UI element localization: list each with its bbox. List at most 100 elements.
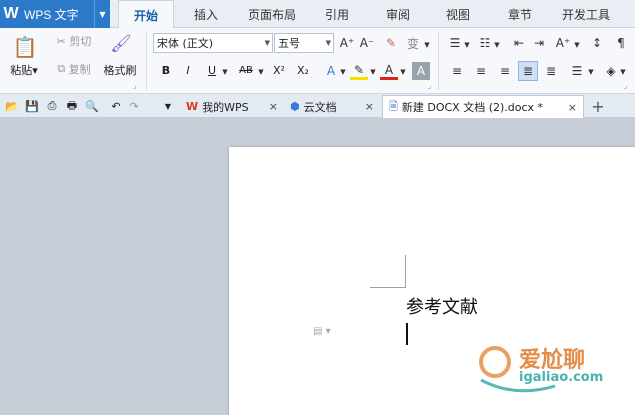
strikethrough-button[interactable]: AB [234,61,258,79]
watermark-url: igaliao.com [519,370,604,385]
dialog-launcher-icon[interactable]: ⌟ [133,82,136,90]
new-tab-plus-icon[interactable]: + [590,97,606,116]
tab-section[interactable]: 章节 [494,0,546,28]
dialog-launcher-icon[interactable]: ⌟ [624,82,627,90]
doc-tab-active[interactable]: 🗎 新建 DOCX 文档 (2).docx * × [382,95,584,118]
font-size-value: 五号 [278,37,300,50]
text-cursor [406,323,408,345]
highlight-icon[interactable]: ✎ [350,62,368,80]
document-icon: 🗎 [389,99,398,113]
print-preview-icon[interactable]: 🔍 [84,97,100,115]
tab-home[interactable]: 开始 [118,0,174,29]
paste-button[interactable]: 粘贴 ▾ [7,62,41,78]
open-folder-icon[interactable]: 📂 [4,97,20,115]
divider [146,32,147,90]
doc-tab-cloud-docs[interactable]: ⬢ 云文档 × [284,95,380,118]
char-shading-icon[interactable]: A [412,62,430,80]
align-left-icon[interactable]: ≡ [448,62,466,80]
phonetic-icon[interactable]: 变 [404,34,422,52]
chevron-down-icon[interactable]: ▼ [398,63,408,81]
subscript-button[interactable]: X₂ [292,61,314,79]
font-color-icon[interactable]: A [380,62,398,80]
paste-label: 粘贴 [10,64,33,77]
menu-bar: W WPS 文字 ▼ 开始 插入 页面布局 引用 审阅 视图 章节 开发工具 [0,0,635,29]
tab-insert[interactable]: 插入 [180,0,232,28]
chevron-down-icon[interactable]: ▼ [422,36,432,54]
align-center-icon[interactable]: ≡ [472,62,490,80]
format-painter-button[interactable]: 格式刷 [100,62,140,78]
divider [438,32,439,90]
chevron-down-icon[interactable]: ▼ [368,63,378,81]
font-name-value: 宋体 (正文) [157,37,214,50]
chevron-down-icon[interactable]: ▼ [618,63,628,81]
chevron-down-icon: ▼ [264,39,270,47]
chevron-down-icon[interactable]: ▼ [572,36,582,54]
chevron-down-icon[interactable]: ▼ [586,63,596,81]
tab-developer[interactable]: 开发工具 [554,0,618,28]
close-icon[interactable]: × [269,100,278,113]
justify-icon[interactable]: ≣ [518,61,538,81]
dialog-launcher-icon[interactable]: ⌟ [428,82,431,90]
grow-font-icon[interactable]: A⁺ [338,34,356,52]
paste-options-icon[interactable]: ▤ ▾ [313,326,331,337]
redo-icon[interactable]: ↷ [126,97,142,115]
paste-icon[interactable]: 📋 [12,34,38,60]
doc-tab-my-wps[interactable]: W 我的WPS × [180,95,284,118]
chevron-down-icon[interactable]: ▼ [220,63,230,81]
sort-icon[interactable]: ↕ [588,34,606,52]
increase-indent-icon[interactable]: ⇥ [530,34,548,52]
tab-page-layout[interactable]: 页面布局 [240,0,304,28]
chevron-down-icon[interactable]: ▼ [256,63,266,81]
close-icon[interactable]: × [568,101,577,114]
margin-marker [370,287,406,288]
cut-label: 剪切 [69,35,92,48]
wps-logo-icon: W [186,100,199,113]
copy-label: 复制 [68,63,91,76]
margin-marker [405,255,406,288]
quick-access-bar: 📂 💾 ⎙ 🖶 🔍 ↶ ↷ ▼ W 我的WPS × ⬢ 云文档 × 🗎 新建 D… [0,94,635,118]
line-spacing-icon[interactable]: ☰ [568,62,586,80]
chevron-down-icon[interactable]: ▼ [94,0,110,28]
copy-button[interactable]: ⧉ 复制 [50,60,98,78]
chevron-down-icon[interactable]: ▼ [338,63,348,81]
superscript-button[interactable]: X² [268,61,290,79]
bold-button[interactable]: B [158,61,174,79]
doc-tab-label: 我的WPS [202,100,249,114]
app-title: WPS 文字 [24,7,79,22]
undo-icon[interactable]: ↶ [108,97,124,115]
shrink-font-icon[interactable]: A⁻ [358,34,376,52]
document-heading[interactable]: 参考文献 [406,293,478,319]
watermark-sub: qk6uru.com [509,392,603,408]
decrease-indent-icon[interactable]: ⇤ [510,34,528,52]
doc-tab-label: 新建 DOCX 文档 (2).docx * [401,101,544,114]
font-name-combo[interactable]: 宋体 (正文) ▼ [153,33,273,53]
wps-logo-icon: W [3,5,19,22]
show-marks-icon[interactable]: ¶ [612,34,630,52]
chevron-down-icon[interactable]: ▼ [462,36,472,54]
customize-dropdown-icon[interactable]: ▼ [160,97,176,115]
cut-button[interactable]: ✂ 剪切 [50,32,98,50]
doc-tab-label: 云文档 [303,100,337,114]
app-menu-button[interactable]: W WPS 文字 ▼ [0,0,110,28]
copy-icon: ⧉ [57,62,66,75]
save-icon[interactable]: 💾 [24,97,40,115]
underline-button[interactable]: U [204,61,220,79]
scissors-icon: ✂ [56,34,66,48]
print-icon[interactable]: 🖶 [64,97,80,115]
format-painter-icon[interactable]: 🖌 [110,32,132,56]
align-right-icon[interactable]: ≡ [496,62,514,80]
chinese-layout-icon[interactable]: A⁺ [554,34,572,52]
font-size-combo[interactable]: 五号 ▼ [274,33,334,53]
tab-review[interactable]: 审阅 [372,0,424,28]
italic-button[interactable]: I [180,61,196,79]
watermark: 爱尬聊 igaliao.com qk6uru.com [475,340,635,415]
distributed-align-icon[interactable]: ≣ [542,62,560,80]
export-pdf-icon[interactable]: ⎙ [44,97,60,115]
ribbon-toolbar: 📋 粘贴 ▾ ✂ 剪切 ⧉ 复制 🖌 格式刷 ⌟ 宋体 (正文) ▼ 五号 ▼ A⁺ … [0,28,635,94]
chevron-down-icon[interactable]: ▼ [492,36,502,54]
close-icon[interactable]: × [365,100,374,113]
clear-format-icon[interactable]: ✎ [382,34,400,52]
cloud-cube-icon: ⬢ [290,100,300,113]
tab-references[interactable]: 引用 [312,0,362,28]
tab-view[interactable]: 视图 [432,0,484,28]
